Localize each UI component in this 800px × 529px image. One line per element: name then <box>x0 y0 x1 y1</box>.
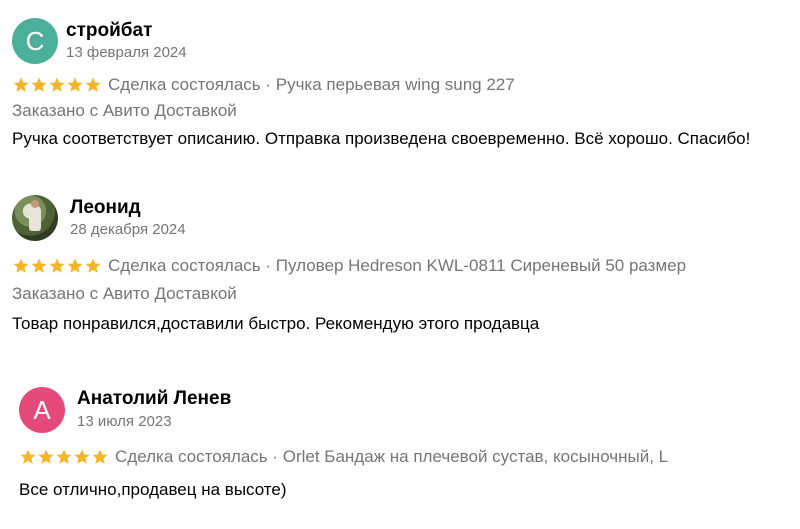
star-icon <box>37 448 55 466</box>
review-text: Все отлично,продавец на высоте) <box>19 480 287 499</box>
review-item: С стройбат 13 февраля 2024 Сделка состоя… <box>0 0 800 170</box>
review-text: Товар понравился,доставили быстро. Реком… <box>12 314 540 333</box>
deal-text[interactable]: Сделка состоялась · Ручка перьевая wing … <box>108 75 515 95</box>
star-icon <box>12 257 30 275</box>
deal-line: Сделка состоялась · Пуловер Hedreson KWL… <box>12 256 686 276</box>
rating-stars <box>19 448 109 466</box>
star-icon <box>91 448 109 466</box>
avatar-photo-head <box>31 200 39 208</box>
star-icon <box>30 257 48 275</box>
star-icon <box>48 76 66 94</box>
avatar[interactable] <box>12 195 58 241</box>
star-icon <box>48 257 66 275</box>
star-icon <box>12 76 30 94</box>
reviewer-name[interactable]: Леонид <box>70 197 141 219</box>
avatar[interactable]: А <box>19 387 65 433</box>
deal-line: Сделка состоялась · Ручка перьевая wing … <box>12 75 515 95</box>
deal-line: Сделка состоялась · Orlet Бандаж на плеч… <box>19 447 668 467</box>
deal-text[interactable]: Сделка состоялась · Orlet Бандаж на плеч… <box>115 447 668 467</box>
star-icon <box>66 257 84 275</box>
avatar-photo-figure <box>29 205 41 231</box>
star-icon <box>19 448 37 466</box>
rating-stars <box>12 257 102 275</box>
review-text: Ручка соответствует описанию. Отправка п… <box>12 129 751 148</box>
reviewer-name[interactable]: стройбат <box>66 20 152 42</box>
star-icon <box>73 448 91 466</box>
deal-text[interactable]: Сделка состоялась · Пуловер Hedreson KWL… <box>108 256 686 276</box>
review-item: А Анатолий Ленев 13 июля 2023 Сделка сос… <box>0 370 800 529</box>
reviewer-name[interactable]: Анатолий Ленев <box>77 388 231 410</box>
star-icon <box>84 76 102 94</box>
star-icon <box>84 257 102 275</box>
star-icon <box>55 448 73 466</box>
avatar-letter: С <box>25 25 45 56</box>
review-item: Леонид 28 декабря 2024 Сделка состоялась… <box>0 180 800 350</box>
review-date: 13 февраля 2024 <box>66 44 187 61</box>
star-icon <box>30 76 48 94</box>
review-date: 28 декабря 2024 <box>70 221 186 238</box>
review-date: 13 июля 2023 <box>77 413 172 430</box>
delivery-note: Заказано с Авито Доставкой <box>12 284 237 303</box>
delivery-note: Заказано с Авито Доставкой <box>12 101 237 120</box>
avatar[interactable]: С <box>12 18 58 64</box>
star-icon <box>66 76 84 94</box>
rating-stars <box>12 76 102 94</box>
avatar-letter: А <box>33 394 51 425</box>
